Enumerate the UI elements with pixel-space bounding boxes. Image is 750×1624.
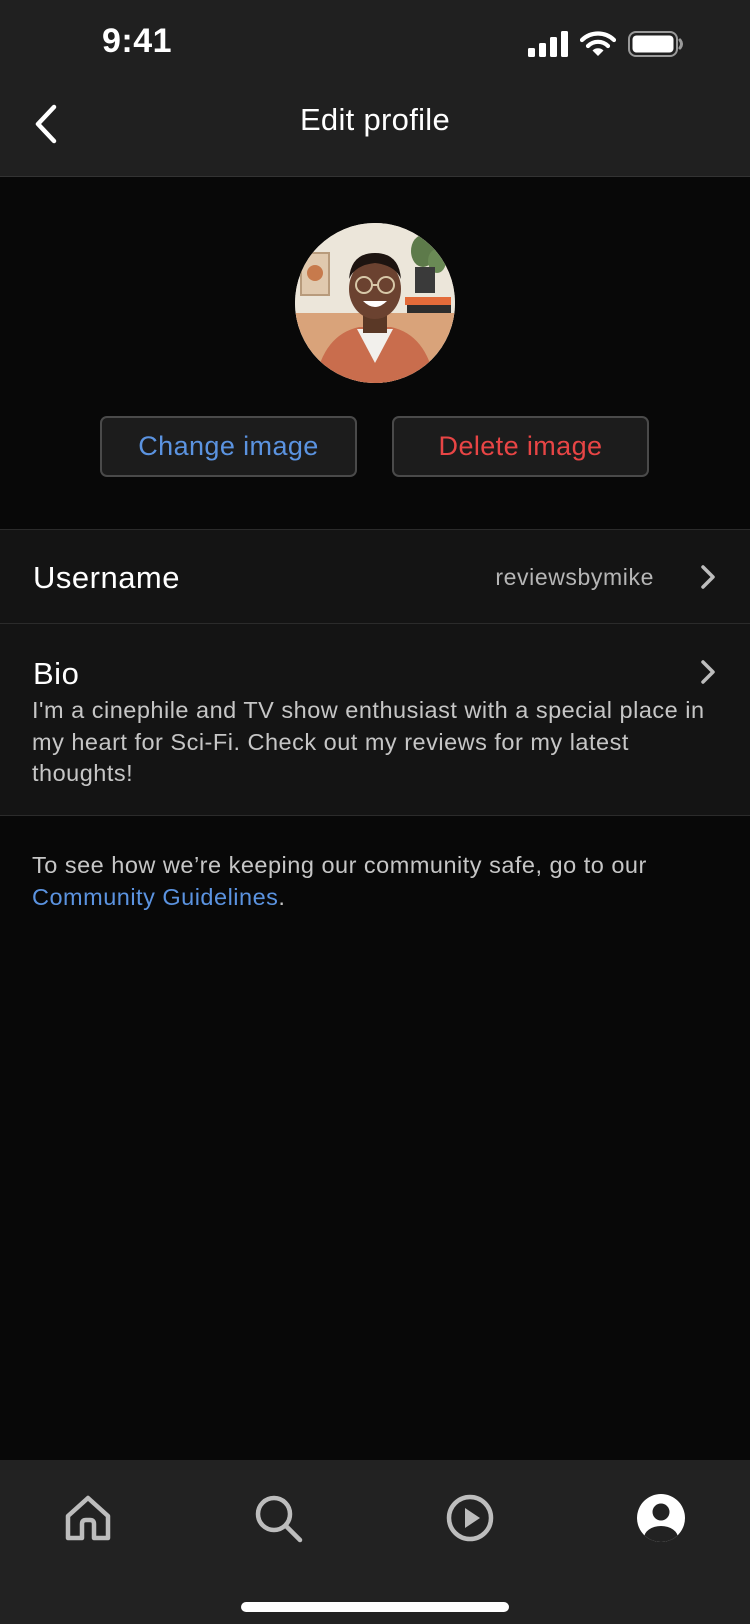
top-bar: 9:41 Edit profile [0, 0, 750, 177]
guidelines-suffix: . [278, 883, 286, 910]
search-icon [255, 1495, 303, 1543]
wifi-icon [580, 31, 616, 56]
bio-row[interactable]: Bio I'm a cinephile and TV show enthusia… [0, 624, 750, 816]
change-image-button[interactable]: Change image [100, 416, 357, 477]
guidelines-text: To see how we’re keeping our community s… [32, 852, 647, 878]
home-indicator [241, 1602, 509, 1612]
tab-search[interactable] [250, 1490, 306, 1546]
battery-icon [628, 31, 683, 57]
bio-text: I'm a cinephile and TV show enthusiast w… [32, 697, 705, 786]
community-guidelines-link[interactable]: Community Guidelines [32, 884, 278, 910]
tab-play[interactable] [442, 1490, 498, 1546]
status-icons [528, 28, 684, 60]
avatar [295, 223, 455, 383]
username-row[interactable]: Username reviewsbymike [0, 529, 750, 624]
tab-profile[interactable] [633, 1490, 689, 1546]
avatar-photo [295, 223, 455, 383]
profile-icon [637, 1494, 685, 1542]
username-value: reviewsbymike [495, 564, 654, 590]
nav-header: Edit profile [0, 88, 750, 176]
username-label: Username [33, 560, 180, 595]
delete-image-button[interactable]: Delete image [392, 416, 649, 477]
page-title: Edit profile [299, 102, 451, 137]
chevron-right-icon [701, 660, 715, 684]
bio-label: Bio [33, 656, 80, 691]
guidelines-note: To see how we’re keeping our community s… [32, 850, 732, 913]
home-icon [65, 1495, 111, 1541]
status-bar: 9:41 [0, 0, 750, 88]
tab-home[interactable] [60, 1490, 116, 1546]
tab-bar [0, 1460, 750, 1624]
profile-image-section: Change image Delete image [0, 177, 750, 529]
status-time: 9:41 [102, 22, 173, 60]
play-circle-icon [446, 1494, 494, 1542]
chevron-right-icon [701, 565, 715, 589]
cellular-signal-icon [528, 31, 568, 57]
